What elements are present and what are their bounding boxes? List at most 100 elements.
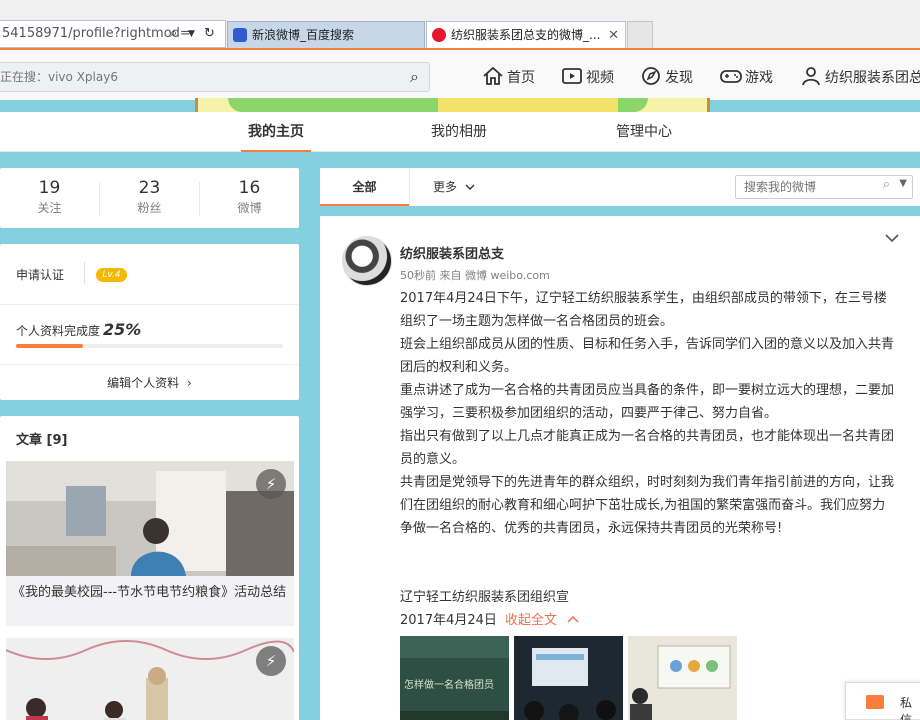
- weibo-post: 纺织服装系团总支 50秒前 来自 微博 weibo.com 2017年4月24日…: [320, 216, 920, 720]
- top-navigation: ⌕ 首页 视频 发现 游戏 纺织服装系团总: [0, 48, 920, 100]
- weibo-logo-icon: [432, 28, 446, 42]
- collapse-link[interactable]: 收起全文: [505, 613, 579, 628]
- article-photo: [6, 638, 294, 720]
- search-icon[interactable]: ⌕: [410, 67, 419, 87]
- profile-info-card: 申请认证 Lv.4 个人资料完成度 25% 编辑个人资料 ›: [0, 244, 299, 400]
- profile-tabs: 我的主页 我的相册 管理中心: [0, 112, 920, 152]
- nav-discover[interactable]: 发现: [640, 66, 693, 90]
- user-icon: [802, 67, 820, 86]
- post-author[interactable]: 纺织服装系团总支: [400, 243, 504, 262]
- nav-label: 纺织服装系团总: [825, 70, 920, 86]
- divider: [0, 364, 299, 365]
- tab-my-album[interactable]: 我的相册: [424, 112, 494, 152]
- tab-my-home[interactable]: 我的主页: [241, 112, 311, 152]
- apply-verification-link[interactable]: 申请认证: [16, 266, 64, 283]
- article-title[interactable]: 《我的最美校园---节水节电节约粮食》活动总结: [6, 576, 294, 626]
- completeness-progress-fill: [16, 344, 83, 348]
- articles-title[interactable]: 文章 [9]: [16, 429, 67, 448]
- dropdown-icon[interactable]: ▼: [188, 21, 195, 47]
- articles-card: 文章 [9] ⚡ 《我的最美校园---节水节电节约粮食》活动总结 ⚡: [0, 416, 299, 720]
- private-message-label: 私信: [900, 696, 913, 720]
- cover-image: [195, 98, 710, 112]
- nav-profile[interactable]: 纺织服装系团总: [800, 66, 920, 90]
- chevron-down-icon[interactable]: [885, 233, 899, 243]
- feed-tab-more[interactable]: 更多: [433, 168, 475, 206]
- post-date-line: 2017年4月24日 收起全文: [400, 609, 579, 632]
- post-image-thumbnail[interactable]: [514, 636, 623, 720]
- stat-value: 16: [238, 178, 261, 198]
- address-bar[interactable]: 54158971/profile?rightmod= ⌕ ▼ ↻: [0, 20, 226, 48]
- stat-following[interactable]: 19 关注: [0, 178, 99, 216]
- private-message-widget[interactable]: 私信: [845, 682, 920, 720]
- nav-label: 视频: [586, 70, 614, 86]
- search-icon[interactable]: ⌕: [883, 177, 890, 192]
- chevron-down-icon: [465, 184, 475, 190]
- divider: [409, 168, 410, 206]
- post-photo: [514, 636, 623, 720]
- chalkboard-text: 怎样做一名合格团员: [404, 678, 494, 691]
- browser-tab-baidu[interactable]: 新浪微博_百度搜索: [227, 21, 425, 48]
- new-tab-button[interactable]: [627, 21, 653, 48]
- article-photo: [6, 461, 294, 576]
- post-paragraph: 2017年4月24日下午，辽宁轻工纺织服装系学生，由组织部成员的带领下，在三号楼…: [400, 291, 887, 329]
- completeness-label: 个人资料完成度: [16, 324, 101, 338]
- tab-label: 新浪微博_百度搜索: [252, 28, 355, 42]
- search-icon[interactable]: ⌕: [170, 21, 177, 47]
- nav-label: 游戏: [745, 70, 773, 86]
- chevron-up-icon: [567, 615, 579, 623]
- completeness-value: 25%: [103, 320, 142, 339]
- browser-tab-weibo[interactable]: 纺织服装系团总支的微博_... ✕: [426, 21, 626, 48]
- profile-completeness: 个人资料完成度 25%: [16, 320, 141, 339]
- post-image-thumbnail[interactable]: [628, 636, 737, 720]
- flash-icon: ⚡: [256, 469, 286, 499]
- divider: [84, 262, 85, 284]
- post-paragraph: 指出只有做到了以上几点才能真正成为一名合格的共青团员，也才能体现出一名共青团员的…: [400, 429, 895, 467]
- nav-label: 首页: [507, 70, 535, 86]
- global-search[interactable]: ⌕: [0, 62, 430, 92]
- post-paragraph: 班会上组织部成员从团的性质、目标和任务入手，告诉同学们入团的意义以及加入共青团后…: [400, 337, 895, 375]
- post-date: 2017年4月24日: [400, 613, 497, 628]
- nav-video[interactable]: 视频: [561, 66, 614, 90]
- nav-label: 发现: [665, 70, 693, 86]
- address-text: 54158971/profile?rightmod=: [2, 26, 191, 41]
- stat-posts[interactable]: 16 微博: [200, 178, 299, 216]
- flash-icon: ⚡: [256, 646, 286, 676]
- article-cover-image[interactable]: ⚡: [6, 638, 294, 720]
- stat-label: 微博: [237, 201, 262, 215]
- divider: [0, 304, 299, 305]
- close-icon[interactable]: ✕: [608, 22, 619, 48]
- chevron-right-icon: ›: [187, 376, 192, 390]
- post-paragraph: 重点讲述了成为一名合格的共青团员应当具备的条件，即一要树立远大的理想，二要加强学…: [400, 383, 895, 421]
- stat-label: 粉丝: [137, 201, 162, 215]
- stats-card: 19 关注 23 粉丝 16 微博: [0, 168, 299, 228]
- post-image-thumbnail[interactable]: 怎样做一名合格团员: [400, 636, 509, 720]
- home-icon: [483, 66, 503, 85]
- nav-games[interactable]: 游戏: [720, 66, 773, 90]
- stat-value: 19: [38, 178, 61, 198]
- level-badge[interactable]: Lv.4: [96, 268, 127, 282]
- edit-profile-link[interactable]: 编辑个人资料 ›: [0, 374, 299, 391]
- stat-followers[interactable]: 23 粉丝: [100, 178, 199, 216]
- feed-toolbar: 全部 更多 ⌕ ▼: [320, 168, 920, 206]
- post-body: 2017年4月24日下午，辽宁轻工纺织服装系学生，由组织部成员的带领下，在三号楼…: [400, 287, 896, 540]
- more-label: 更多: [433, 180, 458, 194]
- post-signature: 辽宁轻工纺织服装系团组织宣: [400, 590, 570, 605]
- mail-icon: [866, 695, 884, 709]
- feed-search[interactable]: ⌕ ▼: [735, 175, 913, 199]
- edit-profile-label: 编辑个人资料: [107, 376, 180, 390]
- feed-search-input[interactable]: [736, 176, 871, 198]
- article-cover-image[interactable]: ⚡: [6, 461, 294, 576]
- post-paragraph: 共青团是党领导下的先进青年的群众组织，时时刻刻为我们青年指引前进的方向，让我们在…: [400, 475, 895, 536]
- dropdown-icon[interactable]: ▼: [899, 178, 907, 189]
- baidu-paw-icon: [233, 28, 247, 42]
- nav-home[interactable]: 首页: [482, 66, 535, 90]
- tab-label: 纺织服装系团总支的微博_...: [451, 28, 601, 42]
- search-input[interactable]: [0, 63, 390, 91]
- feed-tab-all[interactable]: 全部: [320, 168, 409, 206]
- refresh-icon[interactable]: ↻: [204, 21, 215, 47]
- tab-management-center[interactable]: 管理中心: [605, 112, 683, 152]
- post-meta: 50秒前 来自 微博 weibo.com: [400, 269, 550, 282]
- compass-icon: [642, 67, 660, 85]
- avatar[interactable]: [342, 236, 392, 286]
- stat-label: 关注: [37, 201, 62, 215]
